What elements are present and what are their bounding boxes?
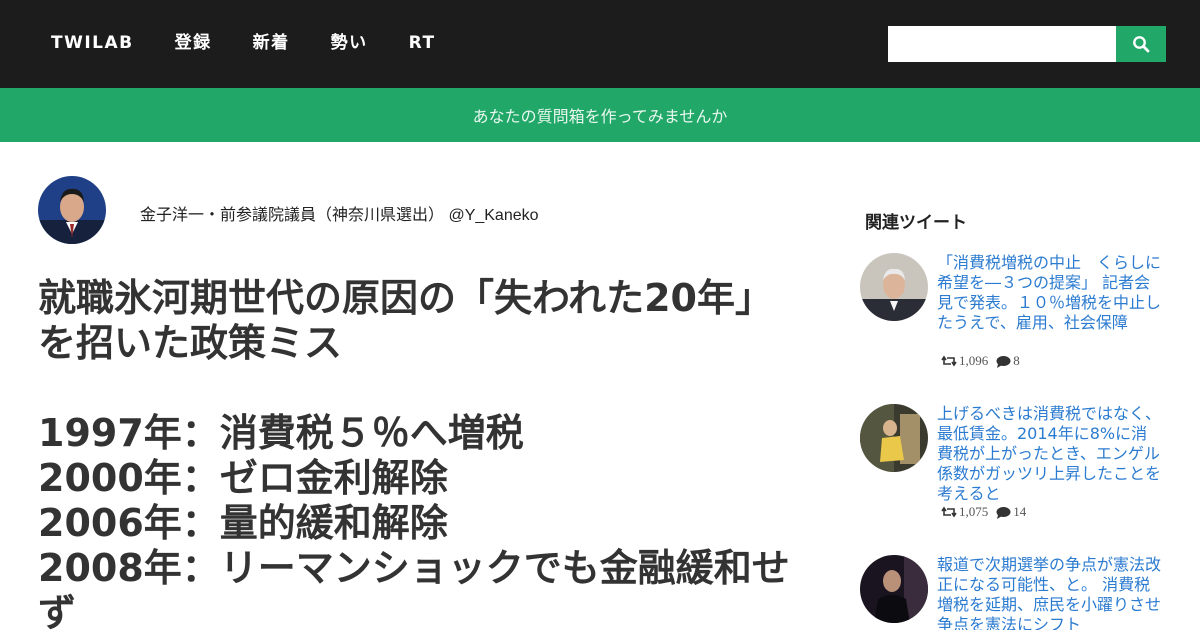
comment-icon: [996, 506, 1011, 519]
author-name[interactable]: 金子洋一・前参議院議員（神奈川県選出） @Y_Kaneko: [140, 201, 539, 225]
main-nav: TWILAB 登録 新着 勢い RT: [51, 33, 477, 53]
nav-item-register[interactable]: 登録: [175, 33, 212, 53]
promo-banner: あなたの質問箱を作ってみませんか: [0, 88, 1200, 142]
nav-item-rt[interactable]: RT: [409, 33, 436, 53]
comment-icon: [996, 355, 1011, 368]
related-tweet-text[interactable]: 報道で次期選挙の争点が憲法改正になる可能性、と。 消費税増税を延期、庶民を小躍り…: [937, 555, 1162, 630]
search-button[interactable]: [1116, 26, 1166, 62]
promo-link[interactable]: あなたの質問箱を作ってみませんか: [473, 103, 728, 127]
retweet-icon: [941, 506, 957, 518]
author-avatar[interactable]: [38, 176, 106, 244]
related-avatar[interactable]: [860, 404, 928, 472]
top-navbar: TWILAB 登録 新着 勢い RT: [0, 0, 1200, 88]
retweet-icon: [941, 355, 957, 367]
related-tweet-stats: 1,096 8: [941, 353, 1028, 369]
brand-link[interactable]: TWILAB: [51, 33, 134, 53]
search-box: [888, 26, 1166, 62]
related-avatar[interactable]: [860, 555, 928, 623]
related-avatar[interactable]: [860, 253, 928, 321]
reply-count: 14: [996, 504, 1026, 520]
retweet-count: 1,075: [941, 504, 988, 520]
reply-count: 8: [996, 353, 1020, 369]
related-tweets-heading: 関連ツイート: [865, 213, 967, 233]
tweet-text: 就職氷河期世代の原因の「失われた20年」 を招いた政策ミス 1997年：消費税５…: [38, 276, 790, 635]
related-tweet-item[interactable]: 「消費税増税の中止 くらしに希望を―３つの提案」 記者会見で発表。１０％増税を中…: [860, 253, 1170, 373]
nav-item-new[interactable]: 新着: [253, 33, 290, 53]
related-tweet-text[interactable]: 「消費税増税の中止 くらしに希望を―３つの提案」 記者会見で発表。１０％増税を中…: [937, 253, 1162, 333]
search-icon: [1133, 36, 1150, 53]
related-tweet-text[interactable]: 上げるべきは消費税ではなく、最低賃金。2014年に8%に消費税が上がったとき、エ…: [937, 404, 1162, 504]
retweet-count: 1,096: [941, 353, 988, 369]
search-input[interactable]: [888, 26, 1116, 62]
nav-item-trending[interactable]: 勢い: [331, 33, 368, 53]
related-tweet-item[interactable]: 報道で次期選挙の争点が憲法改正になる可能性、と。 消費税増税を延期、庶民を小躍り…: [860, 555, 1170, 630]
related-tweet-item[interactable]: 上げるべきは消費税ではなく、最低賃金。2014年に8%に消費税が上がったとき、エ…: [860, 404, 1170, 524]
related-tweet-stats: 1,075 14: [941, 504, 1034, 520]
